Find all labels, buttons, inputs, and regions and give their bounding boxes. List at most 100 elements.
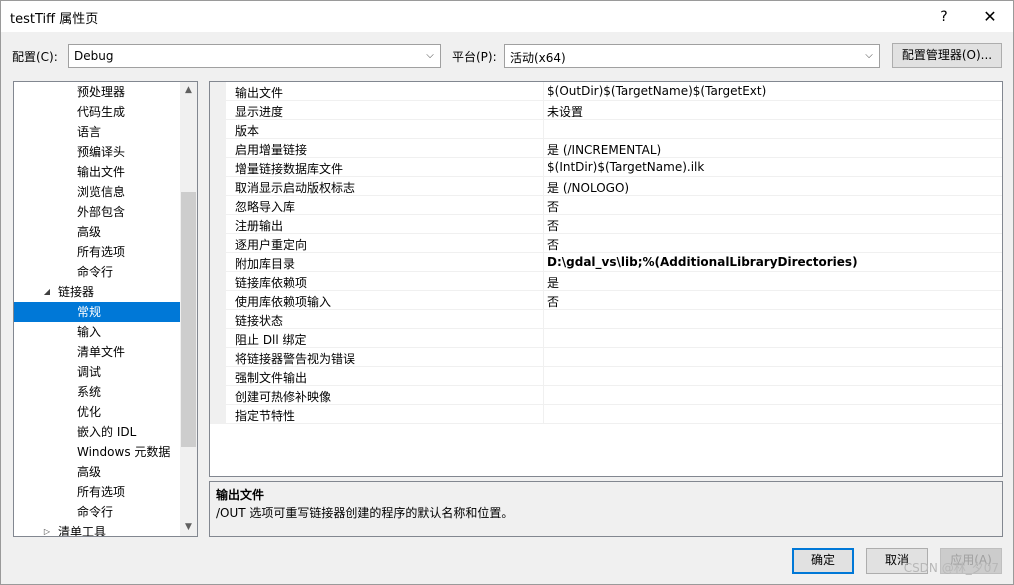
category-tree[interactable]: 预处理器 代码生成 语言 预编译头 输出文件 浏览信息 外部包含 高级 所有选项 命令行 ◢ 链接器常… (13, 81, 198, 537)
tree-item-label: 调试 (77, 365, 102, 379)
scroll-thumb[interactable] (181, 192, 196, 447)
property-name: 阻止 Dll 绑定 (235, 333, 307, 347)
watermark: CSDN @林_夕07 (903, 561, 999, 575)
property-row[interactable]: 使用库依赖项输入 否 (210, 291, 1002, 310)
expanded-arrow-icon[interactable]: ◢ (42, 282, 52, 302)
property-value[interactable]: 是 (547, 274, 559, 291)
column-divider (543, 310, 544, 328)
column-divider (543, 101, 544, 119)
tree-item-label: 嵌入的 IDL (77, 425, 137, 439)
property-row[interactable]: 增量链接数据库文件 $(IntDir)$(TargetName).ilk (210, 158, 1002, 177)
property-value[interactable]: 未设置 (547, 103, 583, 120)
platform-label: 平台(P): (452, 50, 497, 64)
tree-item[interactable]: 预处理器 (14, 82, 180, 102)
tree-item[interactable]: 预编译头 (14, 142, 180, 162)
tree-item[interactable]: 系统 (14, 382, 180, 402)
property-row[interactable]: 链接库依赖项 是 (210, 272, 1002, 291)
property-value[interactable]: 否 (547, 236, 559, 253)
property-row[interactable]: 链接状态 (210, 310, 1002, 329)
config-dropdown[interactable]: Debug ⌵ (68, 44, 441, 68)
tree-item[interactable]: 调试 (14, 362, 180, 382)
ok-button[interactable]: 确定 (792, 548, 854, 574)
property-row[interactable]: 将链接器警告视为错误 (210, 348, 1002, 367)
property-row[interactable]: 版本 (210, 120, 1002, 139)
collapsed-arrow-icon[interactable]: ▷ (42, 522, 52, 536)
tree-item[interactable]: 输出文件 (14, 162, 180, 182)
tree-item[interactable]: 命令行 (14, 502, 180, 522)
platform-dropdown[interactable]: 活动(x64) ⌵ (504, 44, 880, 68)
row-gutter (210, 291, 226, 309)
chevron-down-icon: ⌵ (865, 50, 873, 61)
tree-item-label: 常规 (77, 305, 102, 319)
tree-item[interactable]: 语言 (14, 122, 180, 142)
property-row[interactable]: 显示进度 未设置 (210, 101, 1002, 120)
row-gutter (210, 348, 226, 366)
scroll-up-icon[interactable]: ▲ (180, 82, 197, 99)
property-row[interactable]: 指定节特性 (210, 405, 1002, 424)
tree-item[interactable]: 输入 (14, 322, 180, 342)
property-value[interactable]: 否 (547, 198, 559, 215)
tree-group-item[interactable]: ▷ 清单工具 (14, 522, 180, 537)
tree-item-label: Windows 元数据 (77, 445, 171, 459)
tree-item[interactable]: 高级 (14, 462, 180, 482)
tree-item[interactable]: 常规 (14, 302, 180, 322)
property-row[interactable]: 注册输出 否 (210, 215, 1002, 234)
tree-item[interactable]: 浏览信息 (14, 182, 180, 202)
property-value[interactable]: $(OutDir)$(TargetName)$(TargetExt) (547, 84, 766, 98)
tree-item[interactable]: 优化 (14, 402, 180, 422)
tree-item-label: 命令行 (77, 505, 114, 519)
column-divider (543, 234, 544, 252)
property-row[interactable]: 输出文件 $(OutDir)$(TargetName)$(TargetExt) (210, 82, 1002, 101)
tree-item-label: 优化 (77, 405, 102, 419)
property-grid[interactable]: 输出文件 $(OutDir)$(TargetName)$(TargetExt) 显示… (209, 81, 1003, 477)
property-name: 附加库目录 (235, 257, 296, 271)
platform-value: 活动(x64) (510, 51, 566, 65)
property-name: 将链接器警告视为错误 (235, 352, 356, 366)
property-value[interactable]: 是 (/INCREMENTAL) (547, 141, 661, 158)
property-value[interactable]: 是 (/NOLOGO) (547, 179, 629, 196)
column-divider (543, 291, 544, 309)
row-gutter (210, 120, 226, 138)
close-button[interactable]: ✕ (967, 1, 1013, 32)
scroll-down-icon[interactable]: ▼ (180, 519, 197, 536)
tree-item-label: 高级 (77, 465, 102, 479)
property-value[interactable]: $(IntDir)$(TargetName).ilk (547, 160, 704, 174)
tree-scrollbar[interactable]: ▲ ▼ (180, 82, 197, 536)
tree-item-label: 清单工具 (58, 525, 107, 537)
column-divider (543, 329, 544, 347)
tree-item[interactable]: 所有选项 (14, 242, 180, 262)
row-gutter (210, 405, 226, 423)
property-row[interactable]: 启用增量链接 是 (/INCREMENTAL) (210, 139, 1002, 158)
property-row[interactable]: 创建可热修补映像 (210, 386, 1002, 405)
property-name: 强制文件输出 (235, 371, 308, 385)
property-row[interactable]: 阻止 Dll 绑定 (210, 329, 1002, 348)
property-name: 输出文件 (235, 86, 284, 100)
property-name: 链接状态 (235, 314, 284, 328)
tree-item[interactable]: 所有选项 (14, 482, 180, 502)
property-name: 取消显示启动版权标志 (235, 181, 356, 195)
tree-item[interactable]: 清单文件 (14, 342, 180, 362)
tree-item[interactable]: 外部包含 (14, 202, 180, 222)
property-row[interactable]: 强制文件输出 (210, 367, 1002, 386)
tree-item[interactable]: Windows 元数据 (14, 442, 180, 462)
property-row[interactable]: 取消显示启动版权标志 是 (/NOLOGO) (210, 177, 1002, 196)
property-row[interactable]: 逐用户重定向 否 (210, 234, 1002, 253)
help-button[interactable]: ? (921, 1, 967, 32)
property-value[interactable]: 否 (547, 217, 559, 234)
column-divider (543, 272, 544, 290)
config-manager-button[interactable]: 配置管理器(O)... (892, 43, 1002, 68)
tree-group-item[interactable]: ◢ 链接器 (14, 282, 180, 302)
tree-item[interactable]: 代码生成 (14, 102, 180, 122)
property-name: 版本 (235, 124, 260, 138)
property-value[interactable]: 否 (547, 293, 559, 310)
tree-item[interactable]: 高级 (14, 222, 180, 242)
row-gutter (210, 386, 226, 404)
property-row[interactable]: 附加库目录 D:\gdal_vs\lib;%(AdditionalLibraryD… (210, 253, 1002, 272)
property-name: 逐用户重定向 (235, 238, 308, 252)
tree-item[interactable]: 命令行 (14, 262, 180, 282)
tree-item[interactable]: 嵌入的 IDL (14, 422, 180, 442)
property-row[interactable]: 忽略导入库 否 (210, 196, 1002, 215)
property-value[interactable]: D:\gdal_vs\lib;%(AdditionalLibraryDirect… (547, 255, 858, 269)
row-gutter (210, 253, 226, 271)
column-divider (543, 177, 544, 195)
